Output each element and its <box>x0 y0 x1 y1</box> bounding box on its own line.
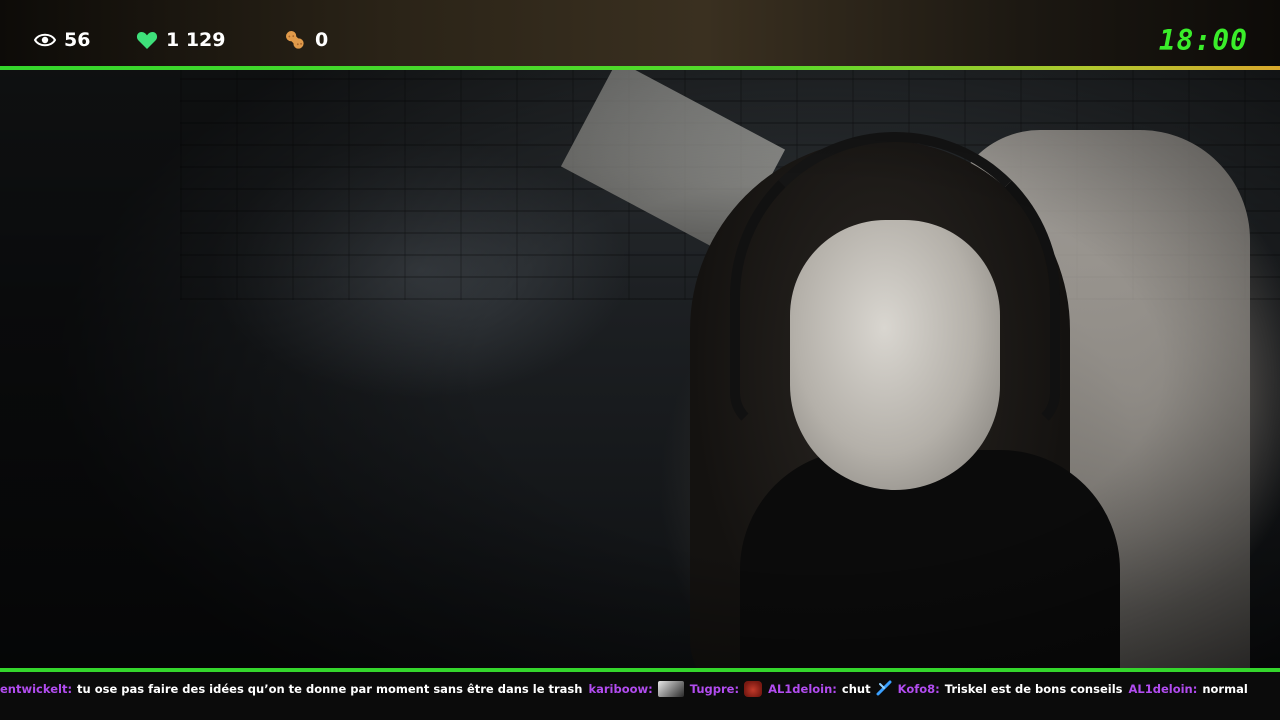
chat-username: kariboow: <box>588 682 653 696</box>
chat-username: AL1deloin: <box>1128 682 1198 696</box>
chat-username: AL1deloin: <box>768 682 837 696</box>
chat-text: Triskel est de bons conseils <box>944 682 1123 696</box>
chat-text: normal <box>1202 682 1248 696</box>
chat-track: entwickelt: tu ose pas faire des idées q… <box>0 680 1248 698</box>
red-face-emote-icon <box>744 681 763 697</box>
eye-icon <box>34 32 56 48</box>
chat-text: chut <box>841 682 871 696</box>
peanut-icon <box>283 28 307 52</box>
chat-message: AL1deloin: normal <box>1129 682 1248 696</box>
chat-ticker: entwickelt: tu ose pas faire des idées q… <box>0 672 1280 720</box>
chat-username: entwickelt: <box>0 682 73 696</box>
heart-icon <box>136 30 158 50</box>
peanut-count: 0 <box>283 26 328 54</box>
stream-video <box>0 70 1280 668</box>
chat-message: entwickelt: tu ose pas faire des idées q… <box>0 682 582 696</box>
chat-username: Tugpre: <box>689 682 740 696</box>
peanut-count-value: 0 <box>315 29 329 51</box>
top-stats-bar: 56 1 129 0 18:00 <box>0 0 1280 66</box>
chat-username: Kofo8: <box>897 682 940 696</box>
chat-message: AL1deloin: chut <box>768 680 892 699</box>
viewer-count-value: 56 <box>64 29 91 51</box>
chat-message: kariboow: <box>588 681 684 697</box>
like-count: 1 129 <box>136 26 226 54</box>
video-vignette <box>0 70 1280 668</box>
chat-message: Kofo8: Triskel est de bons conseils <box>898 682 1123 696</box>
blue-cross-emote-icon <box>876 680 892 699</box>
like-count-value: 1 129 <box>166 29 226 51</box>
chat-message: Tugpre: <box>689 681 763 697</box>
stream-clock: 18:00 <box>1158 24 1248 57</box>
viewer-count: 56 <box>34 26 90 54</box>
chat-text: tu ose pas faire des idées qu’on te donn… <box>77 682 583 696</box>
image-emote-icon <box>657 681 684 697</box>
